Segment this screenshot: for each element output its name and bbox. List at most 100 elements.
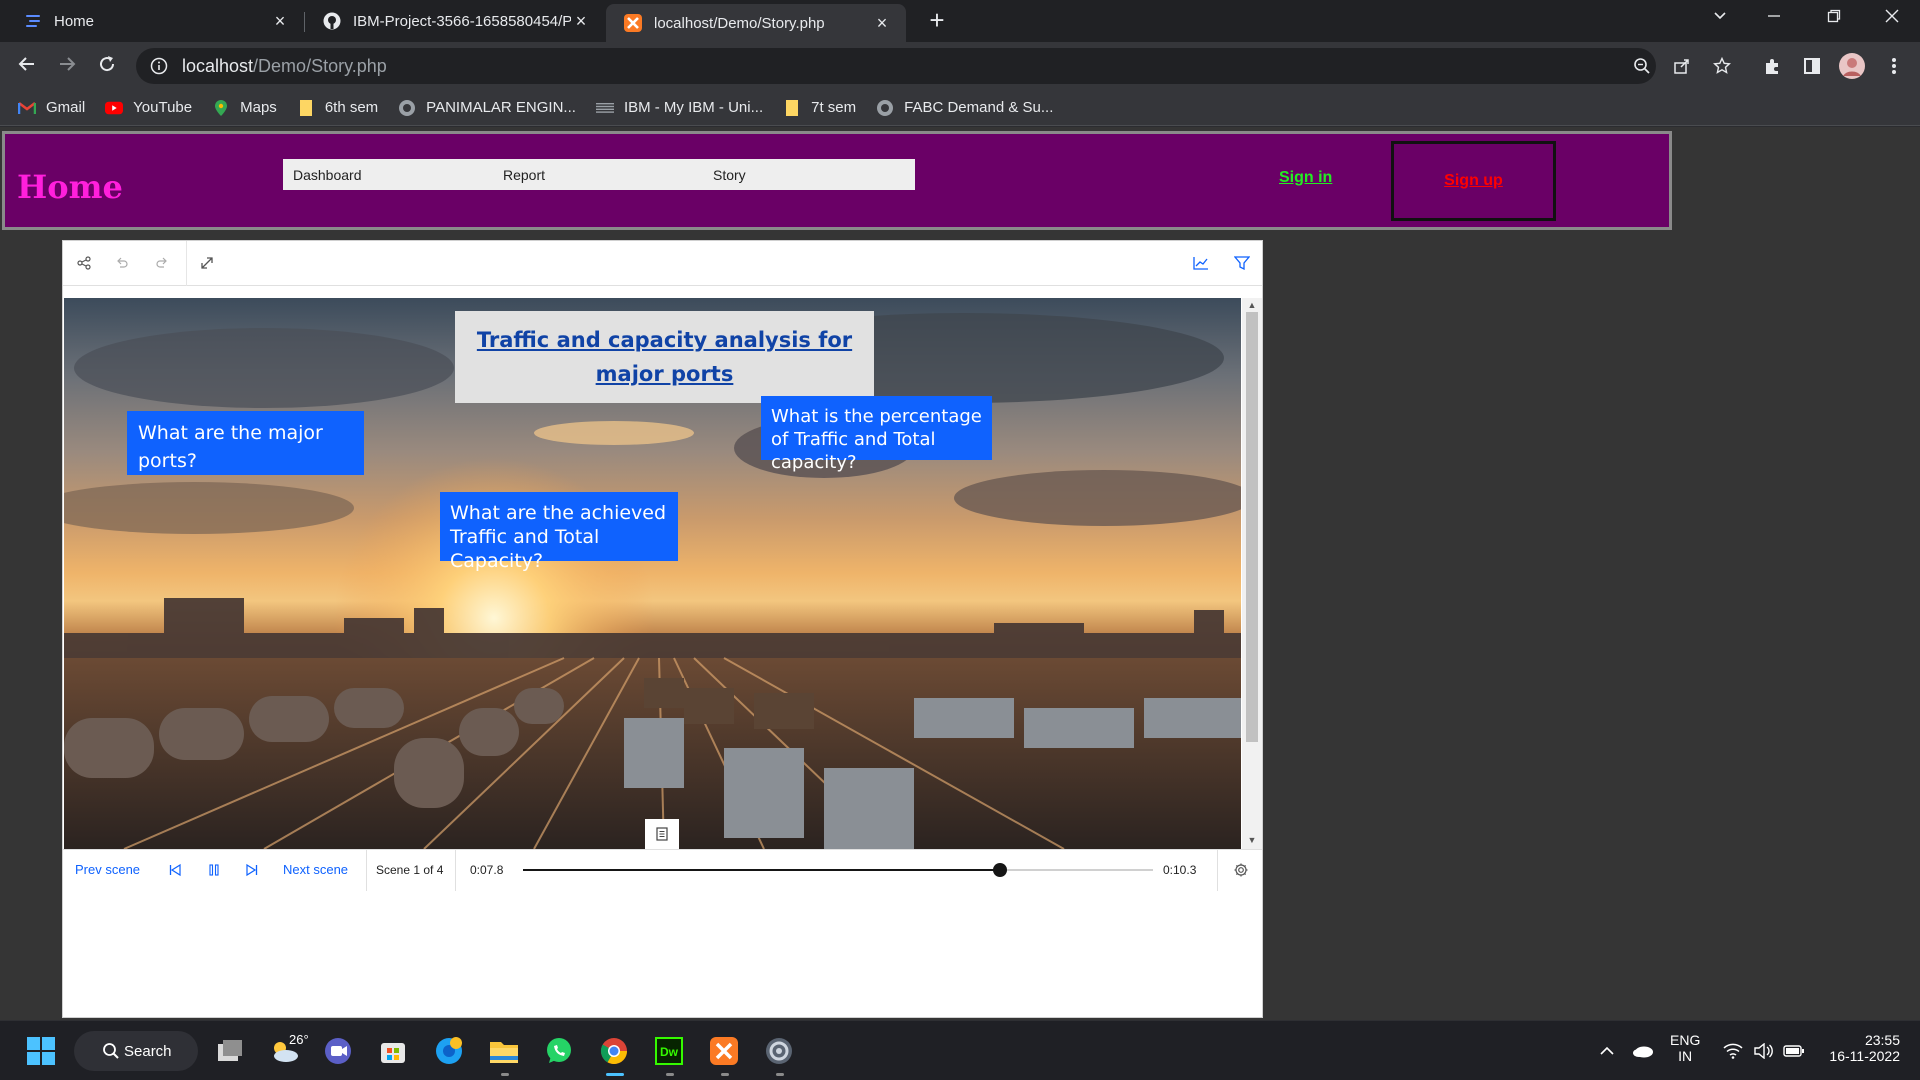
whatsapp-icon[interactable] [542,1034,576,1068]
bookmark-maps[interactable]: Maps [212,99,277,117]
controls-divider [1217,850,1218,891]
globe-icon [876,99,894,117]
fullscreen-icon[interactable] [194,250,220,276]
bookmark-folder-7t-sem[interactable]: 7t sem [783,99,856,117]
forward-icon[interactable] [52,52,82,82]
weather-temperature: 26° [289,1032,309,1047]
redo-icon[interactable] [149,250,175,276]
story-title-card[interactable]: Traffic and capacity analysis for major … [455,311,874,403]
restore-icon[interactable] [1814,0,1854,38]
bookmark-gmail[interactable]: Gmail [18,99,85,117]
show-hidden-icons-chevron[interactable] [1597,1034,1617,1068]
tab-story[interactable]: localhost/Demo/Story.php × [606,4,906,42]
pause-icon[interactable] [204,860,224,880]
taskbar-search[interactable]: Search [74,1031,198,1071]
scene-notes-icon[interactable] [645,819,679,849]
youtube-icon [105,99,124,117]
bookmark-folder-6th-sem[interactable]: 6th sem [297,99,378,117]
folder-icon [297,99,315,117]
undo-icon[interactable] [109,250,135,276]
site-brand-home[interactable]: Home [17,168,123,206]
tab-github[interactable]: IBM-Project-3566-1658580454/P × [305,0,605,42]
windows-start-icon[interactable] [24,1034,58,1068]
skip-to-end-icon[interactable] [242,860,262,880]
settings-taskbar-icon[interactable] [762,1034,796,1068]
sign-up-link[interactable]: Sign up [1444,172,1503,190]
elapsed-time: 0:07.8 [470,863,504,877]
menu-kebab-icon[interactable] [1878,50,1910,82]
skip-to-start-icon[interactable] [165,860,185,880]
tab-title: localhost/Demo/Story.php [654,14,825,32]
bookmark-fabc[interactable]: FABC Demand & Su... [876,99,1053,117]
nav-story[interactable]: Story [703,167,913,183]
question-percentage-traffic[interactable]: What is the percentage of Traffic and To… [761,396,992,473]
bookmark-label: IBM - My IBM - Uni... [623,99,764,116]
gmail-icon [18,99,36,117]
globe-icon [398,99,416,117]
chrome-icon[interactable] [597,1034,631,1068]
wifi-icon[interactable] [1722,1034,1744,1068]
language-indicator[interactable]: ENG IN [1670,1032,1700,1064]
windows-taskbar: Search 26° Dw ENG IN 23:55 16-11-2022 [0,1020,1920,1080]
site-info-icon[interactable] [150,57,168,75]
volume-icon[interactable] [1752,1034,1774,1068]
xampp-taskbar-icon[interactable] [707,1034,741,1068]
microsoft-store-icon[interactable] [376,1034,410,1068]
nav-report[interactable]: Report [493,167,703,183]
maps-pin-icon [212,99,230,117]
bookmark-label: YouTube [133,99,193,116]
side-panel-icon[interactable] [1796,50,1828,82]
timeline-handle[interactable] [992,863,1007,877]
share-icon[interactable] [1666,50,1698,82]
timeline-slider[interactable] [523,863,1153,877]
extensions-icon[interactable] [1756,50,1788,82]
scroll-thumb[interactable] [1246,312,1258,742]
zoom-icon[interactable] [1626,50,1658,82]
share-story-icon[interactable] [71,250,97,276]
profile-avatar[interactable] [1836,50,1868,82]
lang-top: ENG [1670,1032,1701,1048]
scene-scrollbar[interactable]: ▲ ▼ [1242,298,1262,849]
bookmark-label: 7t sem [811,99,857,116]
back-icon[interactable] [12,52,42,82]
nav-dashboard[interactable]: Dashboard [283,167,493,183]
tab-close-icon[interactable]: × [872,13,892,34]
sign-up-box[interactable]: Sign up [1391,141,1556,221]
bookmark-youtube[interactable]: YouTube [105,99,192,117]
onedrive-cloud-icon[interactable] [1630,1034,1656,1068]
file-explorer-icon[interactable] [487,1034,521,1068]
teams-chat-icon[interactable] [321,1034,355,1068]
bookmark-star-icon[interactable] [1706,50,1738,82]
battery-icon[interactable] [1782,1034,1806,1068]
tab-search-icon[interactable] [1700,0,1740,38]
address-bar[interactable]: localhost/Demo/Story.php [136,48,1656,84]
insights-chart-icon[interactable] [1188,250,1214,276]
settings-gear-icon[interactable] [1231,860,1251,880]
tab-close-icon[interactable]: × [571,11,591,32]
bookmark-panimalar[interactable]: PANIMALAR ENGIN... [398,99,576,117]
browser-toolbar: localhost/Demo/Story.php [0,42,1920,90]
new-tab-button[interactable]: + [922,6,952,36]
tab-close-icon[interactable]: × [270,11,290,32]
minimize-icon[interactable] [1754,0,1794,38]
edge-beta-icon[interactable] [432,1034,466,1068]
clock[interactable]: 23:55 16-11-2022 [1822,1032,1900,1064]
bookmark-ibm[interactable]: IBM - My IBM - Uni... [595,99,764,117]
scroll-down-arrow-icon[interactable]: ▼ [1246,835,1258,845]
task-view-icon[interactable] [213,1034,247,1068]
dreamweaver-icon[interactable]: Dw [652,1034,686,1068]
story-title-link[interactable]: Traffic and capacity analysis for major … [455,323,874,391]
tab-home[interactable]: Home × [0,0,304,42]
sign-in-link[interactable]: Sign in [1279,169,1332,187]
close-window-icon[interactable] [1872,0,1912,38]
next-scene-button[interactable]: Next scene [283,862,348,877]
svg-text:Dw: Dw [660,1045,679,1059]
scroll-up-arrow-icon[interactable]: ▲ [1246,300,1258,310]
reload-icon[interactable] [92,52,122,82]
prev-scene-button[interactable]: Prev scene [75,862,140,877]
question-achieved-traffic[interactable]: What are the achieved Traffic and Total … [440,492,678,572]
page-viewport: Home Dashboard Report Story Sign in Sign… [0,127,1920,1020]
filter-icon[interactable] [1229,250,1255,276]
story-top-toolbar [63,241,1262,286]
question-major-ports[interactable]: What are the major ports? [127,411,364,475]
